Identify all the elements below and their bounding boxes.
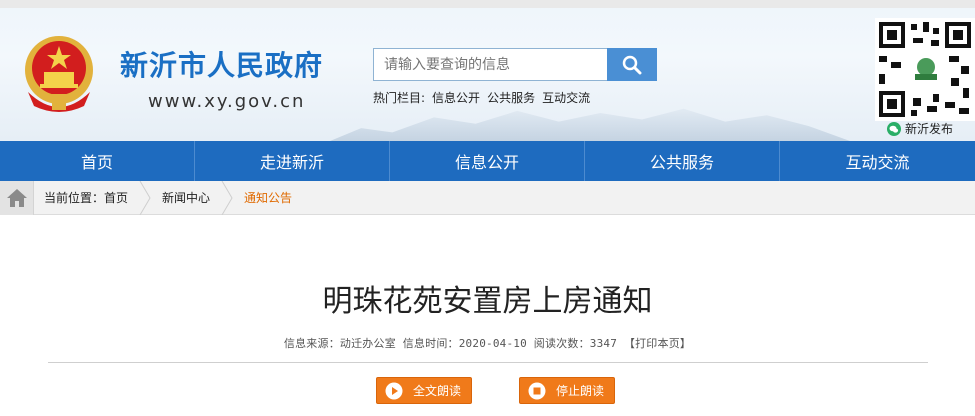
national-emblem-icon: [25, 36, 93, 112]
main-nav: 首页 走进新沂 信息公开 公共服务 互动交流: [0, 141, 975, 181]
nav-item-public-service[interactable]: 公共服务: [585, 141, 780, 181]
breadcrumb-separator-icon: [139, 180, 151, 215]
article-title: 明珠花苑安置房上房通知: [322, 284, 653, 319]
stop-icon: [528, 382, 546, 399]
site-url: www.xy.gov.cn: [148, 91, 306, 112]
search-input[interactable]: [373, 48, 608, 81]
header: 新沂市人民政府 www.xy.gov.cn 热门栏目: 信息公开 公共服务 互动…: [0, 0, 975, 141]
nav-item-home[interactable]: 首页: [0, 141, 195, 181]
hot-link-interaction[interactable]: 互动交流: [542, 89, 590, 106]
breadcrumb-separator-icon: [221, 180, 233, 215]
breadcrumb-item-news[interactable]: 新闻中心: [152, 181, 220, 215]
breadcrumb-prefix[interactable]: 当前位置：首页: [34, 181, 138, 215]
site-title: 新沂市人民政府: [120, 49, 324, 82]
play-icon: [385, 382, 403, 399]
stop-read-label: 停止朗读: [556, 384, 605, 398]
qr-code-image: [875, 18, 975, 121]
qr-caption: 新沂发布: [887, 120, 953, 137]
stop-read-button[interactable]: 停止朗读: [519, 377, 615, 404]
search-button[interactable]: [607, 48, 657, 81]
hot-columns-label: 热门栏目:: [373, 91, 426, 105]
top-strip: [0, 0, 975, 8]
nav-item-interaction[interactable]: 互动交流: [780, 141, 975, 181]
read-all-label: 全文朗读: [413, 384, 462, 398]
read-all-button[interactable]: 全文朗读: [376, 377, 472, 404]
hot-columns: 热门栏目: 信息公开 公共服务 互动交流: [373, 89, 590, 106]
nav-item-about[interactable]: 走进新沂: [195, 141, 390, 181]
nav-item-info-public[interactable]: 信息公开: [390, 141, 585, 181]
breadcrumb-item-notice[interactable]: 通知公告: [234, 181, 302, 215]
search-icon: [622, 55, 642, 74]
article-meta: 信息来源：动迁办公室 信息时间：2020-04-10 阅读次数：3347 【打印…: [283, 337, 692, 350]
qr-caption-text: 新沂发布: [905, 122, 954, 136]
hot-link-public-service[interactable]: 公共服务: [487, 89, 535, 106]
breadcrumb-home[interactable]: [0, 180, 34, 215]
breadcrumb: 当前位置：首页 新闻中心 通知公告: [0, 180, 975, 215]
home-icon: [6, 188, 27, 207]
wechat-icon: [887, 121, 901, 136]
hot-link-info-public[interactable]: 信息公开: [432, 89, 480, 106]
divider: [48, 362, 928, 363]
